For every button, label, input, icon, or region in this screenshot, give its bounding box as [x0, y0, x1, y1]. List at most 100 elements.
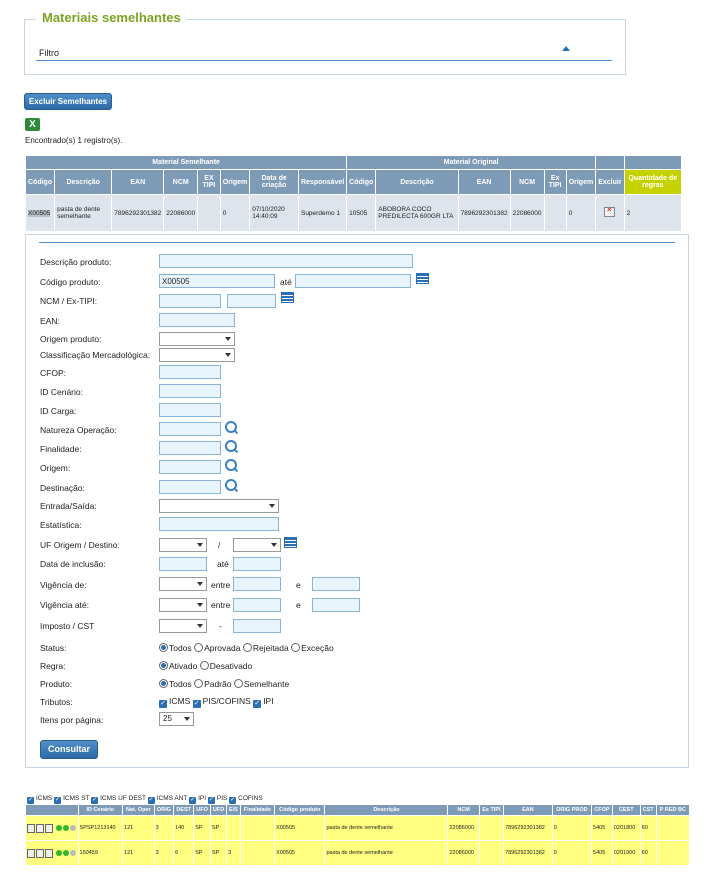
destinacao-input[interactable] [159, 480, 221, 494]
vigencia-de-from-input[interactable] [233, 577, 281, 591]
search-icon[interactable] [225, 479, 237, 491]
col-header: ORIG [153, 804, 175, 816]
copy-icon[interactable] [36, 848, 44, 858]
estatistica-input[interactable] [159, 517, 279, 531]
label-data-inclusao: Data de inclusão: [40, 559, 106, 569]
produto-todos-radio[interactable] [159, 679, 168, 688]
similar-materials-table: Material Semelhante Material Original Có… [24, 155, 683, 232]
status-aprovada-radio[interactable] [194, 643, 204, 652]
col-header: Descrição [324, 804, 449, 816]
radio-label: Todos [169, 643, 192, 653]
col-header: NCM [163, 169, 199, 195]
row-actions [25, 840, 79, 866]
cfop-input[interactable] [159, 365, 221, 379]
checkbox-icms-uf-dest[interactable]: ✓ [91, 797, 99, 804]
cell: SP [209, 840, 228, 866]
delete-icon[interactable] [604, 206, 616, 217]
checkbox-icms[interactable]: ✓ [27, 797, 34, 804]
cell: X00505 [274, 840, 326, 866]
checkbox-pis-cofins[interactable]: ✓ [192, 700, 201, 708]
origem-produto-select[interactable] [159, 332, 235, 346]
status-todos-radio[interactable] [159, 643, 168, 652]
entrada-saida-select[interactable] [159, 499, 279, 513]
vigencia-ate-from-input[interactable] [233, 598, 281, 612]
cell: 22086000 [509, 194, 545, 232]
classificacao-select[interactable] [159, 348, 235, 362]
col-header: Código [24, 169, 56, 195]
imposto-select[interactable] [159, 619, 207, 633]
checkbox-cofins[interactable]: ✓ [229, 797, 237, 804]
vigencia-de-to-input[interactable] [312, 577, 360, 591]
consultar-button[interactable]: Consultar [40, 740, 98, 759]
edit-icon[interactable] [27, 848, 35, 858]
table-row: X00505 pasta de dente semelhante 7896292… [24, 194, 683, 232]
col-header [25, 804, 79, 816]
finalidade-input[interactable] [159, 441, 221, 455]
regra-ativado-radio[interactable] [159, 661, 168, 670]
vigencia-ate-to-input[interactable] [312, 598, 360, 612]
radio-label: Rejeitada [252, 643, 289, 653]
origem-input[interactable] [159, 460, 221, 474]
list-icon[interactable] [45, 848, 53, 858]
data-inclusao-to-input[interactable] [233, 557, 281, 571]
collapse-arrow-icon[interactable] [562, 46, 570, 51]
cell: pasta de dente semelhante [324, 840, 449, 866]
ean-input[interactable] [159, 313, 235, 327]
cell: pasta de dente semelhante [54, 194, 113, 232]
label-finalidade: Finalidade: [40, 444, 82, 454]
uf-origem-select[interactable] [159, 538, 207, 552]
list-icon[interactable] [416, 273, 429, 284]
cell: 22086000 [447, 815, 480, 841]
checkbox-icms-ant[interactable]: ✓ [147, 797, 155, 804]
col-header: ORIG PROD [551, 804, 593, 816]
id-cenario-input[interactable] [159, 384, 221, 398]
checkbox-ipi[interactable]: ✓ [189, 797, 197, 804]
list-icon[interactable] [45, 823, 53, 833]
search-icon[interactable] [225, 421, 237, 433]
checkbox-ipi[interactable]: ✓ [253, 700, 262, 708]
cell: X00505 [274, 815, 326, 841]
col-header: Origem [219, 169, 251, 195]
id-carga-input[interactable] [159, 403, 221, 417]
checkbox-icms-st[interactable]: ✓ [54, 797, 62, 804]
cell: 121 [122, 815, 155, 841]
uf-destino-select[interactable] [233, 538, 281, 552]
excel-icon[interactable]: X [25, 118, 40, 131]
extipi-input[interactable] [227, 294, 276, 308]
tax-filter-checks: ✓ ICMS ✓ ICMS ST ✓ ICMS UF DEST ✓ ICMS ANT ✓… [27, 795, 263, 804]
col-header: Responsável [297, 169, 348, 195]
natureza-input[interactable] [159, 422, 221, 436]
list-icon[interactable] [281, 292, 294, 303]
list-icon[interactable] [284, 537, 297, 548]
search-icon[interactable] [225, 459, 237, 471]
codigo-to-input[interactable] [295, 274, 411, 288]
data-inclusao-from-input[interactable] [159, 557, 207, 571]
label-origem: Origem: [40, 463, 71, 473]
checkbox-icms[interactable]: ✓ [159, 700, 167, 708]
label-entrada-saida: Entrada/Saída: [40, 501, 97, 511]
descricao-input[interactable] [159, 254, 413, 268]
section-title: Materiais semelhantes [36, 10, 187, 25]
filter-toggle[interactable]: Filtro [39, 48, 59, 58]
cell [239, 815, 276, 841]
edit-icon[interactable] [27, 823, 35, 833]
ncm-input[interactable] [159, 294, 221, 308]
status-rejeitada-radio[interactable] [242, 643, 252, 652]
vigencia-de-select[interactable] [159, 577, 207, 591]
regra-desativado-radio[interactable] [199, 661, 209, 670]
excluir-semelhantes-button[interactable]: Excluir Semelhantes [24, 93, 112, 110]
cell: 60 [639, 840, 657, 866]
col-header: NCM [509, 169, 545, 195]
vigencia-ate-select[interactable] [159, 598, 207, 612]
checkbox-pis[interactable]: ✓ [207, 797, 215, 804]
cst-input[interactable] [233, 619, 281, 633]
search-icon[interactable] [225, 440, 237, 452]
radio-label: Exceção [301, 643, 334, 653]
checkbox-label: PIS/COFINS [202, 696, 251, 706]
produto-semelhante-radio[interactable] [233, 679, 243, 688]
status-excecao-radio[interactable] [291, 643, 301, 652]
produto-padrao-radio[interactable] [194, 679, 204, 688]
codigo-from-input[interactable]: X00505 [159, 274, 275, 288]
itens-por-pagina-select[interactable]: 25 [159, 712, 194, 726]
copy-icon[interactable] [36, 823, 44, 833]
